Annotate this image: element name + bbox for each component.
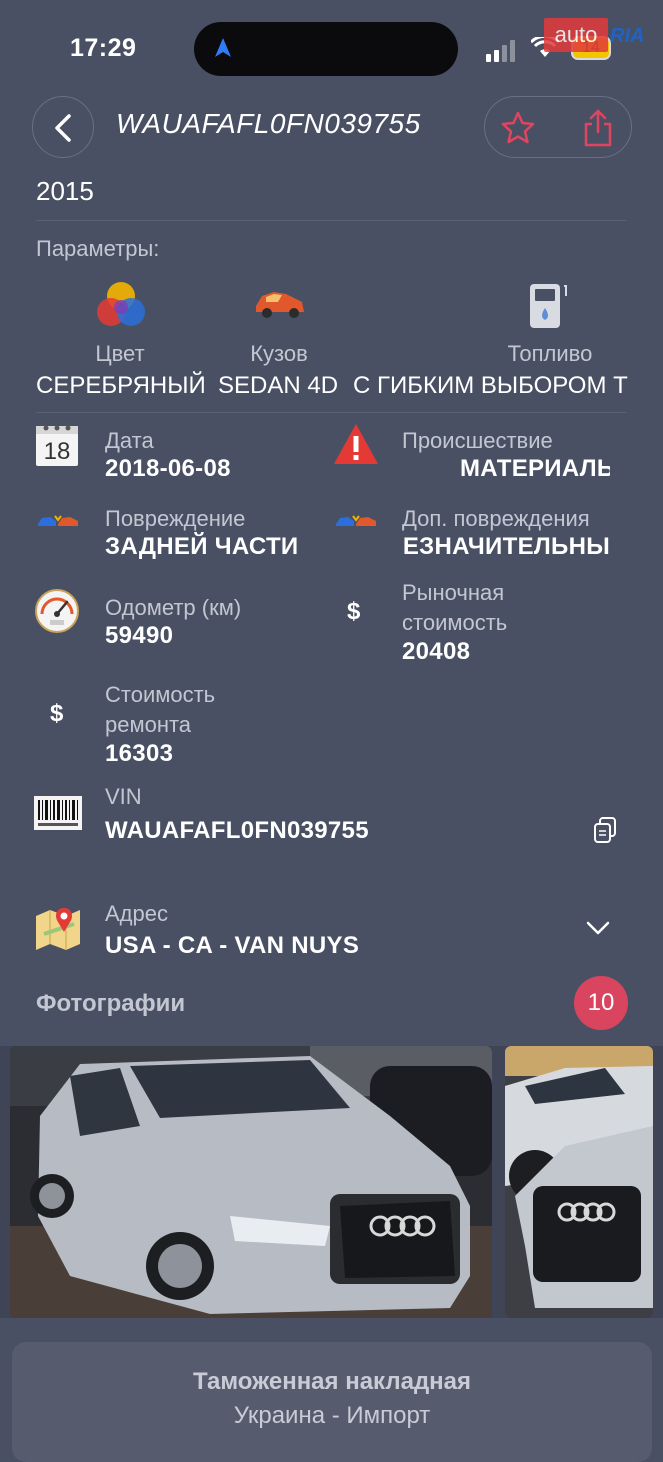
repair-cost-value: 16303	[105, 740, 174, 767]
odometer-gauge-icon	[35, 589, 79, 633]
repair-cost-label-1: Стоимость	[105, 682, 216, 707]
divider	[36, 220, 626, 221]
calendar-day: 18	[43, 438, 71, 465]
favorite-star-icon[interactable]	[500, 110, 536, 146]
watermark-auto: auto	[544, 18, 608, 52]
incident-value: МАТЕРИАЛЬ	[460, 455, 610, 482]
barcode-icon	[34, 796, 82, 830]
car-photo[interactable]	[10, 1046, 492, 1318]
car-photo-image	[505, 1046, 653, 1318]
divider	[36, 412, 626, 413]
date-value: 2018-06-08	[105, 455, 231, 482]
market-value-label-2: стоимость	[402, 610, 508, 635]
status-time: 17:29	[70, 34, 137, 62]
damaged-cars-icon	[38, 515, 78, 526]
car-body-icon	[256, 292, 304, 318]
date-label: Дата	[105, 428, 154, 453]
share-icon[interactable]	[582, 108, 614, 148]
dollar-icon: $	[50, 700, 64, 727]
navigation-arrow-icon	[215, 38, 231, 57]
vin-label: VIN	[105, 784, 142, 809]
photo-strip[interactable]	[0, 1046, 663, 1318]
repair-cost-label-2: ремонта	[105, 712, 192, 737]
damage-label: Повреждение	[105, 506, 246, 531]
back-button[interactable]	[32, 96, 94, 158]
odometer-value: 59490	[105, 622, 174, 649]
incident-label: Происшествие	[402, 428, 553, 453]
param-body-label: Кузов	[250, 341, 308, 366]
map-pin-icon	[36, 908, 80, 950]
market-value: 20408	[402, 638, 471, 665]
market-value-label-1: Рыночная	[402, 580, 505, 605]
dollar-icon: $	[347, 598, 361, 625]
extra-damage-value: НЕЗНАЧИТЕЛЬНЫ	[402, 533, 610, 560]
param-body-value: SEDAN 4D	[218, 372, 339, 399]
parameters-title: Параметры:	[36, 236, 160, 261]
photos-title: Фотографии	[36, 990, 186, 1017]
car-photo[interactable]	[505, 1046, 653, 1318]
color-wheel-icon	[97, 282, 145, 326]
photo-count-badge: 10	[574, 976, 628, 1030]
damaged-cars-icon	[336, 515, 376, 526]
odometer-label: Одометр (км)	[105, 595, 242, 620]
param-color-label: Цвет	[95, 341, 145, 366]
extra-damage-label: Доп. повреждения	[402, 506, 590, 531]
copy-icon[interactable]	[592, 816, 618, 844]
damage-value: ЗАДНЕЙ ЧАСТИ	[105, 533, 299, 560]
chevron-down-icon[interactable]	[585, 919, 611, 937]
address-value: USA - CA - VAN NUYS	[105, 932, 360, 959]
vin-value: WAUAFAFL0FN039755	[105, 817, 369, 844]
param-fuel-value: С ГИБКИМ ВЫБОРОМ Т	[353, 372, 628, 399]
watermark-ria: RIA	[610, 25, 645, 47]
warning-icon	[334, 424, 378, 464]
cellular-signal-icon	[486, 40, 515, 62]
customs-title: Таможенная накладная	[192, 1368, 472, 1395]
param-color-value: СЕРЕБРЯНЫЙ	[36, 372, 206, 399]
param-fuel-label: Топливо	[507, 341, 593, 366]
car-photo-image	[10, 1046, 492, 1318]
page-title: WAUAFAFL0FN039755	[116, 108, 421, 139]
address-label: Адрес	[105, 901, 168, 926]
fuel-pump-icon	[530, 284, 567, 328]
chevron-left-icon	[55, 114, 71, 142]
model-year: 2015	[36, 176, 94, 206]
autoria-watermark: auto RIA	[544, 18, 656, 54]
customs-subtitle: Украина - Импорт	[233, 1402, 431, 1429]
